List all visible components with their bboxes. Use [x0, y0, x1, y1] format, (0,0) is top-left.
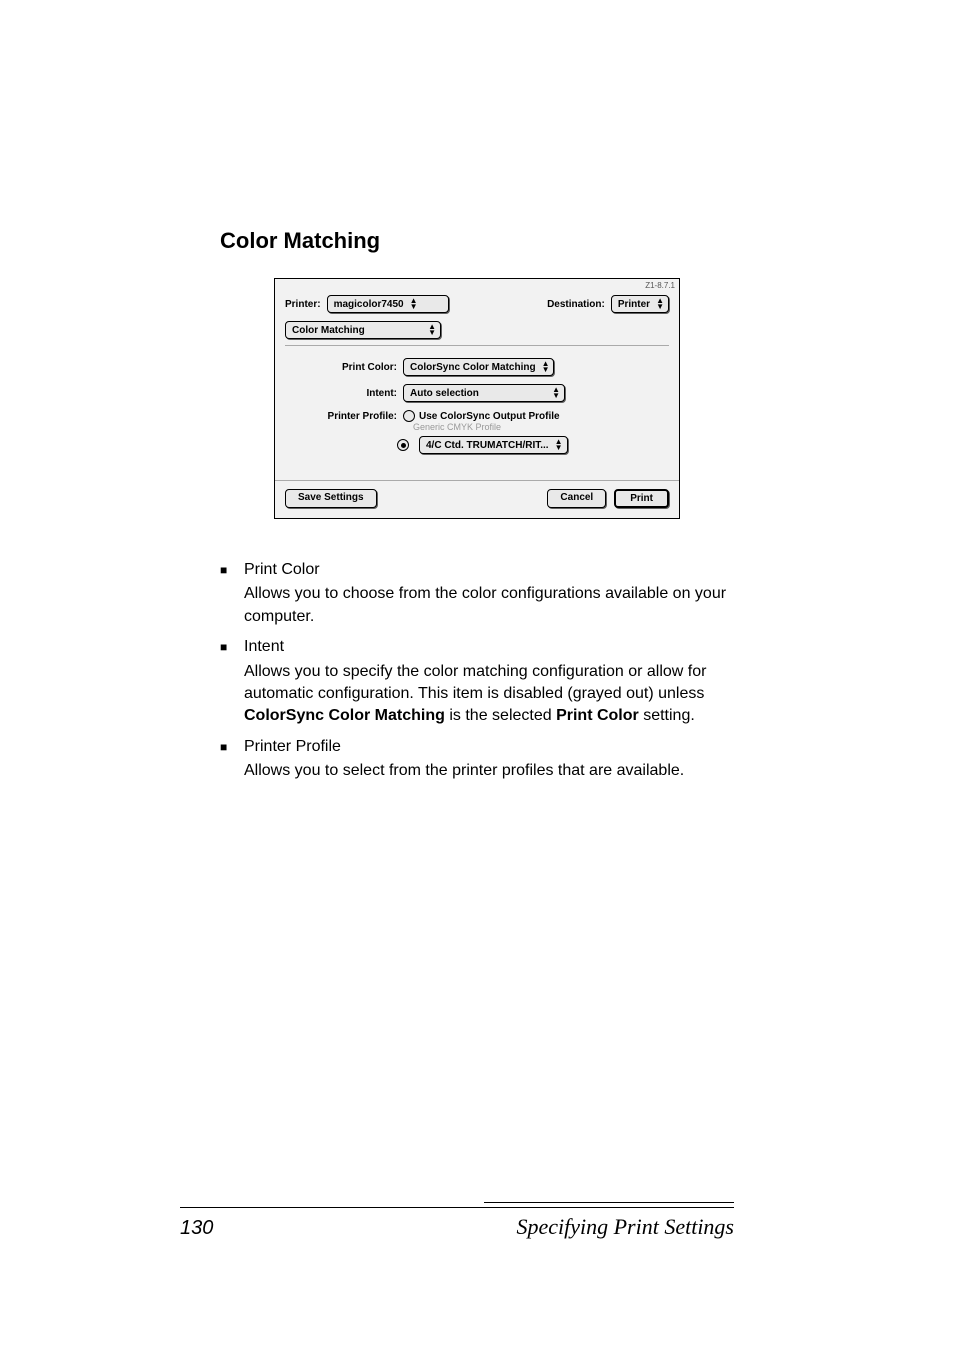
list-item: ■ Printer Profile Allows you to select f… — [220, 736, 734, 783]
save-settings-button[interactable]: Save Settings — [285, 489, 377, 508]
destination-label: Destination: — [547, 299, 605, 310]
printer-profile-label: Printer Profile: — [285, 411, 397, 422]
dialog-version: Z1-8.7.1 — [645, 281, 675, 290]
destination-select-value: Printer — [618, 299, 650, 310]
printer-select[interactable]: magicolor7450 ▲▼ — [327, 295, 449, 313]
bullet-desc: Allows you to specify the color matching… — [244, 661, 734, 728]
destination-select[interactable]: Printer ▲▼ — [611, 295, 669, 313]
print-color-select[interactable]: ColorSync Color Matching ▲▼ — [403, 358, 554, 376]
bullet-title: Print Color — [244, 559, 734, 581]
print-color-row: Print Color: ColorSync Color Matching ▲▼ — [285, 358, 669, 376]
chevron-updown-icon: ▲▼ — [410, 298, 418, 310]
bullet-title: Intent — [244, 636, 734, 658]
printer-profile-row-2: 4/C Ctd. TRUMATCH/RIT... ▲▼ — [285, 436, 669, 454]
bullet-icon: ■ — [220, 559, 244, 628]
print-dialog: Z1-8.7.1 Printer: magicolor7450 ▲▼ Desti… — [274, 278, 680, 519]
bullet-desc: Allows you to choose from the color conf… — [244, 583, 734, 628]
list-item: ■ Print Color Allows you to choose from … — [220, 559, 734, 628]
bullet-icon: ■ — [220, 736, 244, 783]
printer-row: Printer: magicolor7450 ▲▼ Destination: P… — [275, 279, 679, 319]
section-heading: Color Matching — [220, 228, 734, 254]
form-area: Print Color: ColorSync Color Matching ▲▼… — [275, 348, 679, 468]
button-row: Save Settings Cancel Print — [275, 480, 679, 518]
intent-select-value: Auto selection — [410, 388, 479, 399]
chevron-updown-icon: ▲▼ — [542, 361, 550, 373]
radio-use-colorsync[interactable]: Use ColorSync Output Profile — [403, 410, 560, 422]
intent-row: Intent: Auto selection ▲▼ — [285, 384, 669, 402]
print-color-select-value: ColorSync Color Matching — [410, 362, 536, 373]
text: Allows you to specify the color matching… — [244, 663, 706, 702]
page-footer: 130 Specifying Print Settings — [180, 1202, 734, 1240]
panel-row: Color Matching ▲▼ — [275, 319, 679, 341]
panel-select-value: Color Matching — [292, 325, 365, 336]
panel-select[interactable]: Color Matching ▲▼ — [285, 321, 441, 339]
printer-profile-sub: Generic CMYK Profile — [285, 422, 669, 432]
text: is the selected — [445, 707, 556, 724]
radio-use-colorsync-label: Use ColorSync Output Profile — [419, 411, 560, 422]
profile-select[interactable]: 4/C Ctd. TRUMATCH/RIT... ▲▼ — [419, 436, 568, 454]
chevron-updown-icon: ▲▼ — [428, 324, 436, 336]
printer-profile-row-1: Printer Profile: Use ColorSync Output Pr… — [285, 410, 669, 422]
bullet-list: ■ Print Color Allows you to choose from … — [220, 559, 734, 783]
print-color-label: Print Color: — [285, 362, 397, 373]
generic-cmyk-label: Generic CMYK Profile — [413, 422, 501, 432]
cancel-button[interactable]: Cancel — [547, 489, 606, 508]
footer-rule-short — [484, 1202, 734, 1203]
footer-section-title: Specifying Print Settings — [300, 1214, 734, 1240]
text-bold: Print Color — [556, 707, 639, 724]
profile-select-value: 4/C Ctd. TRUMATCH/RIT... — [426, 440, 549, 451]
radio-icon — [403, 410, 415, 422]
radio-custom-profile[interactable] — [397, 439, 413, 451]
printer-select-value: magicolor7450 — [334, 299, 404, 310]
radio-icon — [397, 439, 409, 451]
bullet-desc: Allows you to select from the printer pr… — [244, 760, 734, 782]
chevron-updown-icon: ▲▼ — [555, 439, 563, 451]
chevron-updown-icon: ▲▼ — [552, 387, 560, 399]
text: setting. — [639, 707, 695, 724]
bullet-title: Printer Profile — [244, 736, 734, 758]
text-bold: ColorSync Color Matching — [244, 707, 445, 724]
print-button[interactable]: Print — [614, 489, 669, 508]
divider — [285, 345, 669, 346]
list-item: ■ Intent Allows you to specify the color… — [220, 636, 734, 728]
footer-rule-full — [180, 1207, 734, 1208]
page-number: 130 — [180, 1217, 300, 1240]
bullet-icon: ■ — [220, 636, 244, 728]
printer-label: Printer: — [285, 299, 321, 310]
intent-label: Intent: — [285, 388, 397, 399]
dialog-screenshot: Z1-8.7.1 Printer: magicolor7450 ▲▼ Desti… — [220, 278, 734, 519]
intent-select[interactable]: Auto selection ▲▼ — [403, 384, 565, 402]
chevron-updown-icon: ▲▼ — [656, 298, 664, 310]
